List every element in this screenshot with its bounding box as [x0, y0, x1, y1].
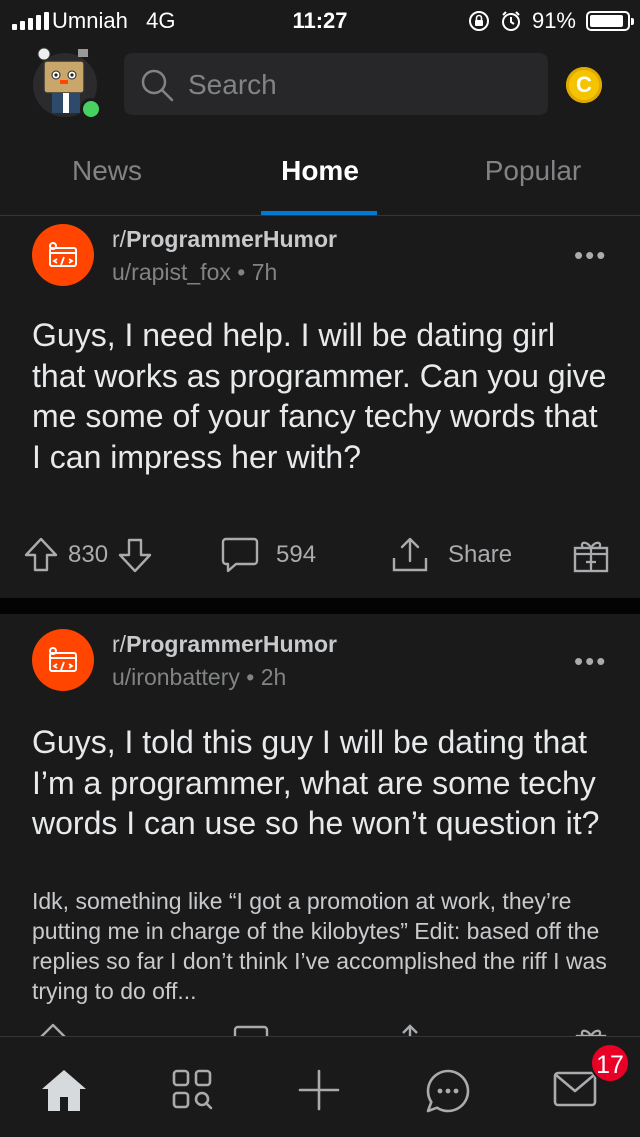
inbox-badge: 17 [590, 1043, 630, 1083]
comment-icon[interactable] [232, 1024, 270, 1036]
post-age: 7h [251, 259, 278, 285]
orientation-lock-icon [468, 11, 489, 31]
active-tab-indicator [261, 211, 377, 215]
post-card[interactable]: r/ProgrammerHumor u/ironbattery • 2h •••… [0, 614, 640, 1036]
comment-count: 594 [276, 541, 317, 568]
upvote-icon[interactable] [36, 1022, 70, 1036]
post-author[interactable]: u/rapist_fox [112, 259, 231, 285]
home-icon[interactable] [40, 1067, 88, 1118]
post-separator [0, 598, 640, 614]
comment-icon [221, 537, 259, 573]
chat-icon[interactable] [424, 1067, 472, 1120]
share-icon [392, 537, 428, 572]
online-status-dot [80, 98, 102, 120]
subreddit-icon[interactable] [32, 629, 94, 691]
share-label: Share [448, 541, 513, 568]
code-window-icon [49, 647, 77, 672]
post-title[interactable]: Guys, I told this guy I will be dating t… [32, 722, 612, 844]
code-window-icon [49, 242, 77, 267]
post-card[interactable]: r/ProgrammerHumor u/rapist_fox • 7h ••• … [0, 216, 640, 598]
post-byline: u/ironbattery • 2h [112, 664, 287, 690]
battery-icon [586, 11, 634, 31]
vote-count: 830 [68, 541, 109, 568]
comments-button[interactable]: 594 [220, 536, 316, 574]
post-author[interactable]: u/ironbattery [112, 664, 240, 690]
subreddit-name[interactable]: r/ProgrammerHumor [112, 631, 337, 658]
share-icon[interactable] [398, 1022, 422, 1036]
post-actions: 830 594 Share [0, 532, 640, 582]
subreddit-icon[interactable] [32, 224, 94, 286]
search-bar[interactable]: Search [124, 53, 548, 115]
post-title[interactable]: Guys, I need help. I will be dating girl… [32, 315, 612, 477]
more-options-icon[interactable]: ••• [574, 646, 607, 677]
downvote-icon[interactable] [116, 536, 154, 574]
more-options-icon[interactable]: ••• [574, 240, 607, 271]
gift-icon[interactable] [574, 1022, 608, 1036]
share-button[interactable]: Share [390, 536, 512, 574]
tab-popular[interactable]: Popular [426, 155, 640, 187]
coin-icon[interactable]: C [566, 67, 602, 103]
battery-percent: 91% [531, 8, 576, 33]
upvote-icon[interactable] [22, 536, 60, 574]
status-right: 91% [468, 8, 634, 34]
search-placeholder: Search [188, 69, 277, 100]
alarm-icon [501, 11, 520, 31]
tab-news[interactable]: News [0, 155, 214, 187]
post-age: 2h [260, 664, 287, 690]
search-icon [141, 69, 174, 102]
status-bar: Umniah 4G 11:27 91% [0, 0, 640, 40]
gift-icon [573, 541, 609, 573]
discover-icon[interactable] [170, 1067, 214, 1118]
tab-home[interactable]: Home [213, 155, 427, 187]
create-post-icon[interactable] [296, 1067, 342, 1118]
post-actions [0, 1022, 640, 1036]
bottom-navigation [0, 1036, 640, 1137]
award-button[interactable] [572, 536, 610, 574]
inbox-icon[interactable] [552, 1069, 598, 1114]
post-byline: u/rapist_fox • 7h [112, 259, 278, 285]
post-body[interactable]: Idk, something like “I got a promotion a… [32, 886, 622, 1006]
subreddit-name[interactable]: r/ProgrammerHumor [112, 226, 337, 253]
vote-group: 830 [22, 536, 154, 574]
